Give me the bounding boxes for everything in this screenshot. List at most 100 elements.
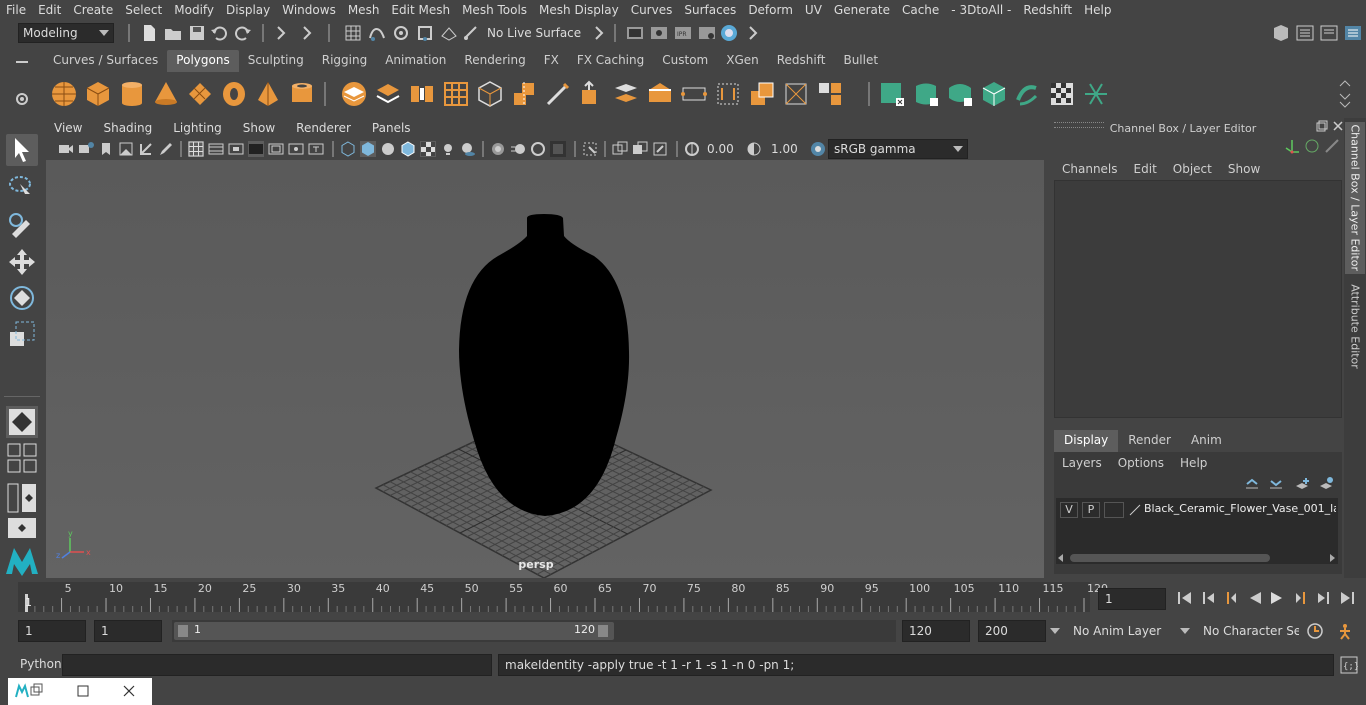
layout-single-icon[interactable] <box>6 516 38 542</box>
menu-edit[interactable]: Edit <box>32 3 67 17</box>
combine-icon[interactable] <box>340 80 368 108</box>
paint-select-tool-icon[interactable] <box>6 208 38 240</box>
move-layer-up-icon[interactable] <box>1244 476 1260 492</box>
script-editor-icon[interactable]: {;} <box>1340 656 1358 674</box>
menu-generate[interactable]: Generate <box>828 3 896 17</box>
menu-edit-mesh[interactable]: Edit Mesh <box>385 3 456 17</box>
snap-surface-icon[interactable] <box>440 24 458 42</box>
film-gate-icon[interactable] <box>208 141 224 157</box>
motion-blur-icon[interactable] <box>510 141 526 157</box>
menu-show[interactable]: Show <box>233 121 286 135</box>
xray-joints-icon[interactable] <box>632 141 648 157</box>
textured-icon[interactable] <box>420 141 436 157</box>
menu-renderer[interactable]: Renderer <box>286 121 362 135</box>
speed-icon[interactable] <box>1304 138 1320 154</box>
uv-checker-icon[interactable] <box>1048 80 1076 108</box>
layer-scrollbar[interactable] <box>1056 552 1338 564</box>
tab-xgen[interactable]: XGen <box>717 50 768 72</box>
safe-title-icon[interactable] <box>308 141 324 157</box>
script-language-label[interactable]: Python <box>20 657 62 671</box>
layer-name[interactable]: Black_Ceramic_Flower_Vase_001_layer <box>1144 502 1336 515</box>
rotate-tool-icon[interactable] <box>6 282 38 314</box>
hypershade-icon[interactable] <box>720 24 738 42</box>
menu-curves[interactable]: Curves <box>625 3 679 17</box>
perspective-viewport[interactable]: y x z persp <box>46 160 1044 578</box>
uv-cut-icon[interactable] <box>1082 80 1110 108</box>
range-slider-bar[interactable]: 1 120 <box>174 622 614 640</box>
uv-unfold-icon[interactable] <box>1014 80 1042 108</box>
tab-rigging[interactable]: Rigging <box>313 50 376 72</box>
play-forwards-icon[interactable] <box>1268 589 1286 607</box>
snap-curve-icon[interactable] <box>368 24 386 42</box>
range-end-handle[interactable] <box>598 625 608 637</box>
uv-planar-icon[interactable] <box>878 80 906 108</box>
chevron-left-icon[interactable] <box>1058 554 1063 562</box>
snap-point-icon[interactable] <box>392 24 410 42</box>
end-time-field[interactable]: 200 <box>978 620 1046 642</box>
tab-channel-box[interactable]: Channel Box / Layer Editor <box>1345 122 1365 274</box>
mode-selector[interactable]: Modeling <box>18 23 114 43</box>
menu-mesh-tools[interactable]: Mesh Tools <box>456 3 533 17</box>
workspace-icon[interactable] <box>1272 24 1290 42</box>
render-frame-icon[interactable] <box>650 24 668 42</box>
bridge-icon[interactable] <box>612 80 640 108</box>
menu-icon[interactable] <box>13 56 31 74</box>
tab-curves-surfaces[interactable]: Curves / Surfaces <box>44 50 167 72</box>
use-all-lights-icon[interactable] <box>440 141 456 157</box>
camera-icon[interactable] <box>58 141 74 157</box>
extrude-icon[interactable] <box>578 80 606 108</box>
gate-mask-icon[interactable] <box>248 141 264 157</box>
layer-row[interactable]: V P Black_Ceramic_Flower_Vase_001_layer <box>1056 500 1338 520</box>
maya-logo-icon[interactable] <box>4 544 40 578</box>
channel-list[interactable] <box>1054 180 1342 418</box>
menu-display[interactable]: Display <box>220 3 276 17</box>
menu-panels[interactable]: Panels <box>362 121 422 135</box>
mirror-icon[interactable] <box>510 80 538 108</box>
isolate-select-icon[interactable] <box>582 141 598 157</box>
menu-select[interactable]: Select <box>119 3 168 17</box>
uv-automatic-icon[interactable] <box>980 80 1008 108</box>
collapse-icon[interactable] <box>816 80 844 108</box>
manipulator-icon[interactable] <box>1284 138 1300 154</box>
poly-plane-icon[interactable] <box>186 80 214 108</box>
bevel-icon[interactable] <box>646 80 674 108</box>
wireframe-on-shaded-icon[interactable] <box>400 141 416 157</box>
menu-3dtoall[interactable]: - 3DtoAll - <box>945 3 1017 17</box>
close-icon[interactable] <box>122 684 136 698</box>
poly-pipe-icon[interactable] <box>288 80 316 108</box>
menu-edit[interactable]: Edit <box>1126 160 1165 180</box>
field-chart-icon[interactable] <box>268 141 284 157</box>
shelf-scroll-icon[interactable] <box>1338 78 1352 110</box>
uv-spherical-icon[interactable] <box>946 80 974 108</box>
target-weld-icon[interactable] <box>782 80 810 108</box>
chevron-right-icon[interactable] <box>1330 554 1335 562</box>
save-scene-icon[interactable] <box>188 24 206 42</box>
step-forward-key-icon[interactable] <box>1292 589 1310 607</box>
maximize-icon[interactable] <box>76 684 90 698</box>
time-slider[interactable]: 5 10 15 20 25 30 35 40 45 50 55 60 65 70 75 80 85 90 95 100… <box>18 582 1108 612</box>
chevron-down-icon[interactable] <box>1050 628 1060 634</box>
playback-end-field[interactable]: 120 <box>902 620 970 642</box>
snap-live-icon[interactable] <box>462 24 480 42</box>
anti-aliasing-icon[interactable] <box>530 141 546 157</box>
snap-grid-icon[interactable] <box>344 24 362 42</box>
wireframe-icon[interactable] <box>340 141 356 157</box>
menu-channels[interactable]: Channels <box>1054 160 1126 180</box>
move-layer-down-icon[interactable] <box>1268 476 1284 492</box>
screen-space-ao-icon[interactable] <box>490 141 506 157</box>
tab-animation[interactable]: Animation <box>376 50 455 72</box>
menu-deform[interactable]: Deform <box>742 3 799 17</box>
range-start-handle[interactable] <box>178 625 188 637</box>
poly-pyramid-icon[interactable] <box>254 80 282 108</box>
close-icon[interactable] <box>1332 120 1344 132</box>
menu-shading[interactable]: Shading <box>93 121 163 135</box>
render-view-icon[interactable] <box>626 24 644 42</box>
exposure-field[interactable]: 0.00 <box>702 139 740 159</box>
play-backwards-icon[interactable] <box>1246 589 1264 607</box>
poly-cylinder-icon[interactable] <box>118 80 146 108</box>
shadows-icon[interactable] <box>460 141 476 157</box>
attribute-editor-toggle-icon[interactable] <box>1296 24 1314 42</box>
menu-mesh[interactable]: Mesh <box>342 3 386 17</box>
menu-help[interactable]: Help <box>1078 3 1117 17</box>
tab-anim[interactable]: Anim <box>1181 430 1232 452</box>
